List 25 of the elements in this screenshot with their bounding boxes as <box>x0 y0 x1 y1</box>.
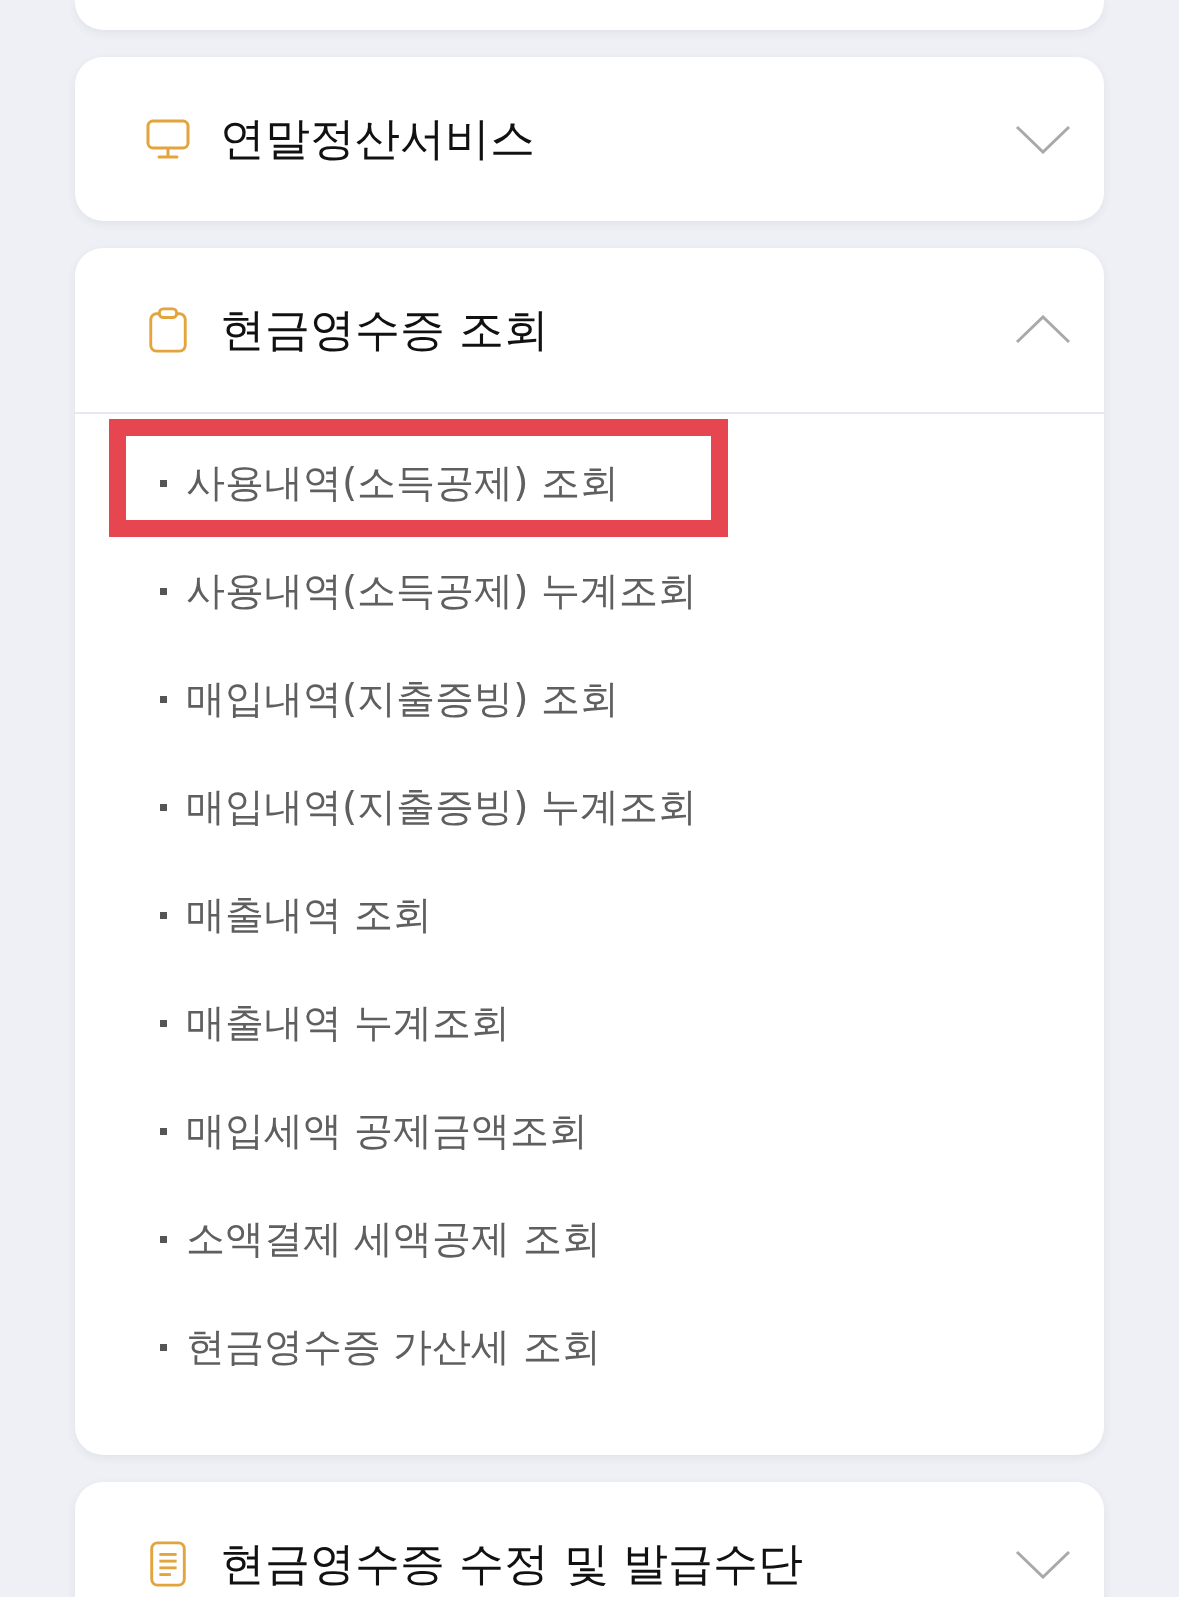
section-title: 연말정산서비스 <box>220 111 536 167</box>
bullet-icon <box>160 1019 167 1027</box>
bullet-icon <box>160 911 167 919</box>
menu-link[interactable]: 소액결제 세액공제 조회 <box>160 1212 601 1266</box>
bullet-icon <box>160 803 167 811</box>
section-header[interactable]: 현금영수증 조회 <box>75 248 1104 412</box>
section-title: 현금영수증 조회 <box>220 302 551 358</box>
menu-link[interactable]: 매입세액 공제금액조회 <box>160 1104 589 1158</box>
menu-link[interactable]: 매입내역(지출증빙) 조회 <box>160 672 619 726</box>
bullet-icon <box>160 1235 167 1243</box>
bullet-icon <box>160 587 167 595</box>
section-title: 현금영수증 수정 및 발급수단 <box>220 1536 804 1592</box>
bullet-icon <box>160 1343 167 1351</box>
bullet-icon <box>160 479 167 487</box>
menu-link[interactable]: 매출내역 누계조회 <box>160 996 511 1050</box>
menu-link[interactable]: 매입내역(지출증빙) 누계조회 <box>160 780 697 834</box>
bullet-icon <box>160 695 167 703</box>
menu-link[interactable]: 매출내역 조회 <box>160 888 433 942</box>
clipboard-icon <box>146 307 190 353</box>
menu-link[interactable]: 사용내역(소득공제) 조회 <box>160 456 619 510</box>
bullet-icon <box>160 1127 167 1135</box>
section-header[interactable]: 연말정산서비스 <box>75 57 1104 221</box>
section-header[interactable]: 현금영수증 수정 및 발급수단 <box>75 1482 1104 1597</box>
menu-link[interactable]: 사용내역(소득공제) 누계조회 <box>160 564 697 618</box>
menu-link[interactable]: 현금영수증 가산세 조회 <box>160 1320 601 1374</box>
